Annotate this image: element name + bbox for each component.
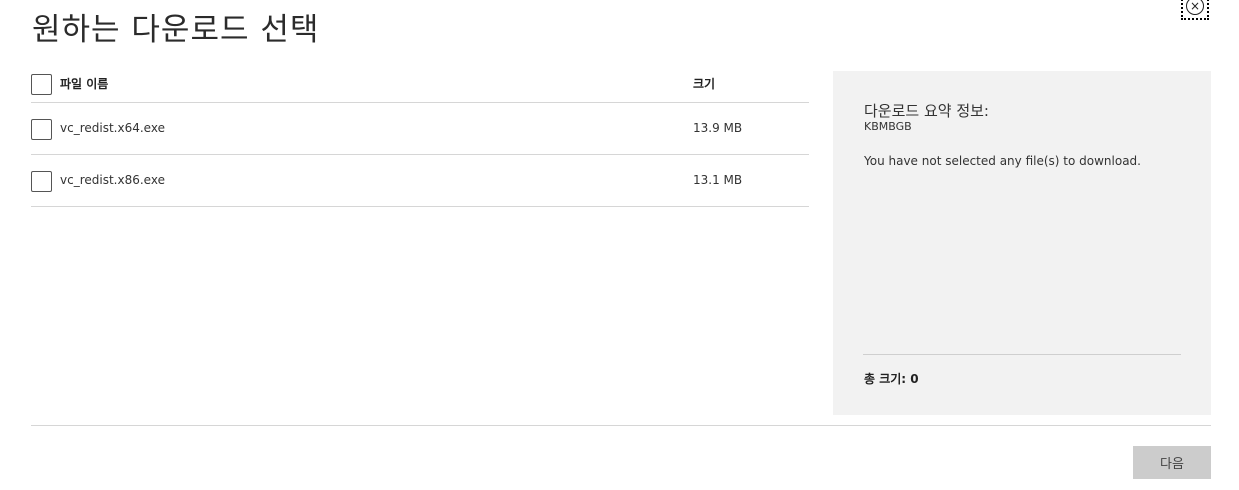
summary-divider bbox=[863, 354, 1181, 355]
file-name: vc_redist.x64.exe bbox=[60, 121, 165, 135]
column-header-size: 크기 bbox=[693, 77, 716, 91]
summary-subtitle: KBMBGB bbox=[864, 120, 912, 133]
download-selection-dialog: 원하는 다운로드 선택 × 파일 이름 크기 vc_redist.x64.exe… bbox=[0, 0, 1239, 490]
next-button[interactable]: 다음 bbox=[1133, 446, 1211, 479]
close-icon: × bbox=[1186, 0, 1204, 15]
page-title: 원하는 다운로드 선택 bbox=[32, 12, 320, 48]
file-name: vc_redist.x86.exe bbox=[60, 173, 165, 187]
footer-divider bbox=[31, 425, 1211, 426]
column-header-name: 파일 이름 bbox=[60, 77, 109, 91]
total-size: 총 크기: 0 bbox=[864, 372, 919, 386]
summary-title: 다운로드 요약 정보: bbox=[864, 102, 989, 120]
table-header-row: 파일 이름 크기 bbox=[31, 66, 809, 103]
download-summary-panel: 다운로드 요약 정보: KBMBGB You have not selected… bbox=[833, 71, 1211, 415]
close-button[interactable]: × bbox=[1181, 0, 1209, 20]
file-size: 13.9 MB bbox=[693, 121, 743, 135]
table-row[interactable]: vc_redist.x64.exe 13.9 MB bbox=[31, 103, 809, 155]
file-table: 파일 이름 크기 vc_redist.x64.exe 13.9 MB vc_re… bbox=[31, 66, 809, 207]
table-row[interactable]: vc_redist.x86.exe 13.1 MB bbox=[31, 155, 809, 207]
file-checkbox-x86[interactable] bbox=[31, 171, 52, 192]
file-size: 13.1 MB bbox=[693, 173, 743, 187]
summary-message: You have not selected any file(s) to dow… bbox=[864, 154, 1141, 168]
file-checkbox-x64[interactable] bbox=[31, 119, 52, 140]
select-all-checkbox[interactable] bbox=[31, 74, 52, 95]
